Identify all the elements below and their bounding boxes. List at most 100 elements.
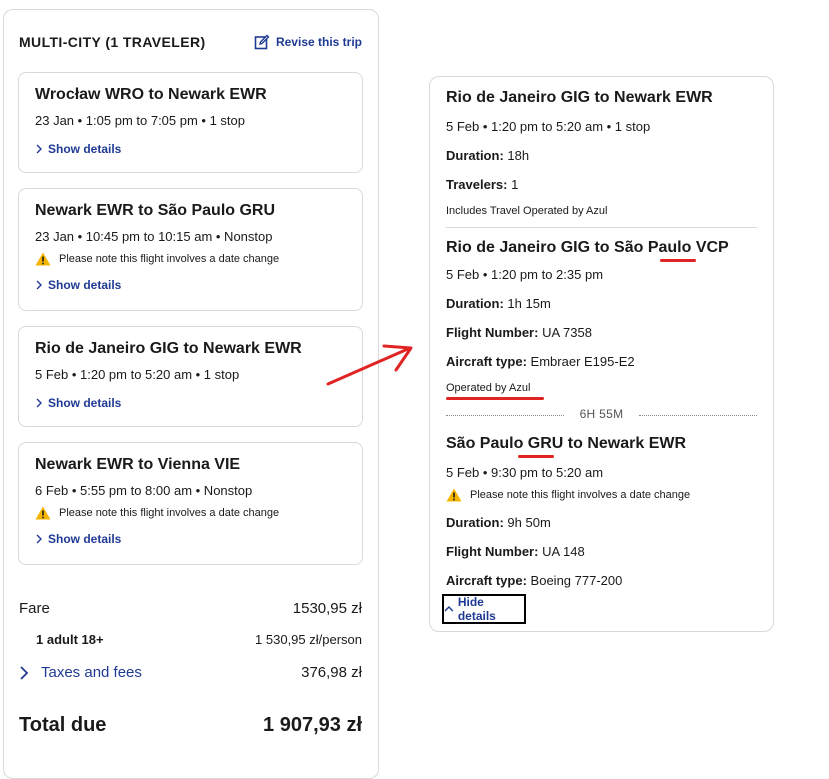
- fare-value: 1530,95 zł: [292, 600, 362, 617]
- duration-label: Duration:: [446, 515, 504, 530]
- show-details-label: Show details: [48, 142, 122, 156]
- flight-number-value: UA 148: [542, 544, 585, 559]
- segment-schedule: 23 Jan • 10:45 pm to 10:15 am • Nonstop: [35, 229, 273, 244]
- show-details-button[interactable]: Show details: [35, 142, 346, 156]
- leg1-route-text: Rio de Janeiro GIG to São Paulo: [446, 239, 696, 256]
- leg2-route: São Paulo GRU to Newark EWR: [446, 435, 686, 453]
- segment-card: Newark EWR to São Paulo GRU 23 Jan • 10:…: [18, 188, 363, 311]
- hide-details-button[interactable]: Hide details: [442, 594, 526, 624]
- leg1-route: Rio de Janeiro GIG to São Paulo VCP: [446, 239, 729, 257]
- dotted-line: [639, 415, 757, 416]
- travelers-value: 1: [511, 177, 519, 192]
- chevron-right-icon: [36, 144, 42, 154]
- trip-summary-panel: MULTI-CITY (1 TRAVELER) Revise this trip…: [3, 9, 379, 779]
- adult-label: 1 adult 18+: [36, 632, 104, 647]
- trip-type-title: MULTI-CITY (1 TRAVELER): [19, 34, 206, 50]
- show-details-button[interactable]: Show details: [35, 396, 346, 410]
- taxes-toggle[interactable]: Taxes and fees: [19, 664, 142, 681]
- annotation-underline: [446, 397, 544, 400]
- taxes-label: Taxes and fees: [41, 664, 142, 681]
- details-travelers: Travelers: 1: [446, 177, 518, 192]
- date-change-warning: Please note this flight involves a date …: [35, 252, 346, 266]
- fare-label: Fare: [19, 600, 50, 617]
- segment-card: Rio de Janeiro GIG to Newark EWR 5 Feb •…: [18, 326, 363, 427]
- segment-route: Newark EWR to São Paulo GRU: [35, 202, 276, 219]
- leg1-route-code: VCP: [695, 239, 729, 256]
- annotation-arrow-icon: [326, 344, 413, 386]
- annotation-underline: [660, 259, 696, 262]
- total-label: Total due: [19, 714, 107, 736]
- edit-icon: [254, 34, 270, 50]
- aircraft-label: Aircraft type:: [446, 354, 527, 369]
- adult-fare-row: 1 adult 18+ 1 530,95 zł/person: [19, 632, 362, 647]
- show-details-button[interactable]: Show details: [35, 278, 346, 292]
- chevron-right-icon: [36, 534, 42, 544]
- warning-icon: [35, 252, 51, 266]
- chevron-up-icon: [444, 605, 454, 612]
- warning-icon: [35, 506, 51, 520]
- leg1-operated-by: Operated by Azul: [446, 382, 531, 394]
- chevron-right-icon: [20, 665, 29, 680]
- duration-value: 9h 50m: [507, 515, 551, 530]
- annotation-underline: [518, 455, 554, 458]
- leg1-duration: Duration: 1h 15m: [446, 296, 551, 311]
- details-schedule: 5 Feb • 1:20 pm to 5:20 am • 1 stop: [446, 119, 651, 134]
- show-details-label: Show details: [48, 278, 122, 292]
- leg2-route-text: to Newark EWR: [563, 435, 687, 452]
- adult-value: 1 530,95 zł/person: [255, 632, 362, 647]
- layover-separator: 6H 55M: [446, 407, 757, 423]
- leg2-flight-number: Flight Number: UA 148: [446, 544, 585, 559]
- warning-text: Please note this flight involves a date …: [470, 489, 691, 501]
- duration-value: 1h 15m: [507, 296, 551, 311]
- segment-route: Wrocław WRO to Newark EWR: [35, 86, 267, 103]
- warning-icon: [446, 488, 462, 502]
- taxes-row[interactable]: Taxes and fees 376,98 zł: [19, 664, 362, 681]
- taxes-value: 376,98 zł: [301, 664, 362, 681]
- layover-duration: 6H 55M: [579, 407, 624, 421]
- segment-schedule: 5 Feb • 1:20 pm to 5:20 am • 1 stop: [35, 367, 240, 382]
- flight-number-value: UA 7358: [542, 325, 592, 340]
- details-route-title: Rio de Janeiro GIG to Newark EWR: [446, 89, 713, 106]
- segment-card: Wrocław WRO to Newark EWR 23 Jan • 1:05 …: [18, 72, 363, 173]
- details-duration: Duration: 18h: [446, 148, 529, 163]
- segment-schedule: 23 Jan • 1:05 pm to 7:05 pm • 1 stop: [35, 113, 246, 128]
- show-details-label: Show details: [48, 532, 122, 546]
- fare-row: Fare 1530,95 zł: [19, 600, 362, 617]
- total-value: 1 907,93 zł: [263, 714, 362, 736]
- date-change-warning: Please note this flight involves a date …: [35, 506, 346, 520]
- leg2-schedule: 5 Feb • 9:30 pm to 5:20 am: [446, 465, 604, 480]
- divider: [446, 227, 757, 228]
- show-details-button[interactable]: Show details: [35, 532, 346, 546]
- revise-trip-link[interactable]: Revise this trip: [254, 34, 362, 50]
- date-change-warning: Please note this flight involves a date …: [446, 488, 690, 502]
- warning-text: Please note this flight involves a date …: [59, 253, 280, 265]
- chevron-right-icon: [36, 280, 42, 290]
- leg1-schedule: 5 Feb • 1:20 pm to 2:35 pm: [446, 267, 604, 282]
- segment-route: Rio de Janeiro GIG to Newark EWR: [35, 340, 302, 357]
- segment-details-panel: Rio de Janeiro GIG to Newark EWR 5 Feb •…: [429, 76, 774, 632]
- chevron-right-icon: [36, 398, 42, 408]
- leg1-flight-number: Flight Number: UA 7358: [446, 325, 592, 340]
- operated-note: Includes Travel Operated by Azul: [446, 205, 608, 217]
- revise-trip-label: Revise this trip: [275, 35, 362, 49]
- segment-card: Newark EWR to Vienna VIE 6 Feb • 5:55 pm…: [18, 442, 363, 565]
- leg2-aircraft: Aircraft type: Boeing 777-200: [446, 573, 622, 588]
- leg2-duration: Duration: 9h 50m: [446, 515, 551, 530]
- travelers-label: Travelers:: [446, 177, 508, 192]
- duration-label: Duration:: [446, 296, 504, 311]
- leg2-route-code: GRU: [527, 435, 564, 452]
- leg2-route-text: São Paulo: [446, 435, 528, 452]
- duration-label: Duration:: [446, 148, 504, 163]
- aircraft-value: Boeing 777-200: [530, 573, 623, 588]
- warning-text: Please note this flight involves a date …: [59, 507, 280, 519]
- leg1-aircraft: Aircraft type: Embraer E195-E2: [446, 354, 635, 369]
- aircraft-label: Aircraft type:: [446, 573, 527, 588]
- segment-route: Newark EWR to Vienna VIE: [35, 456, 241, 473]
- trip-summary-header: MULTI-CITY (1 TRAVELER) Revise this trip: [19, 32, 362, 52]
- hide-details-label: Hide details: [457, 595, 496, 623]
- show-details-label: Show details: [48, 396, 122, 410]
- total-row: Total due 1 907,93 zł: [19, 714, 362, 737]
- flight-number-label: Flight Number:: [446, 544, 539, 559]
- flight-number-label: Flight Number:: [446, 325, 539, 340]
- duration-value: 18h: [507, 148, 530, 163]
